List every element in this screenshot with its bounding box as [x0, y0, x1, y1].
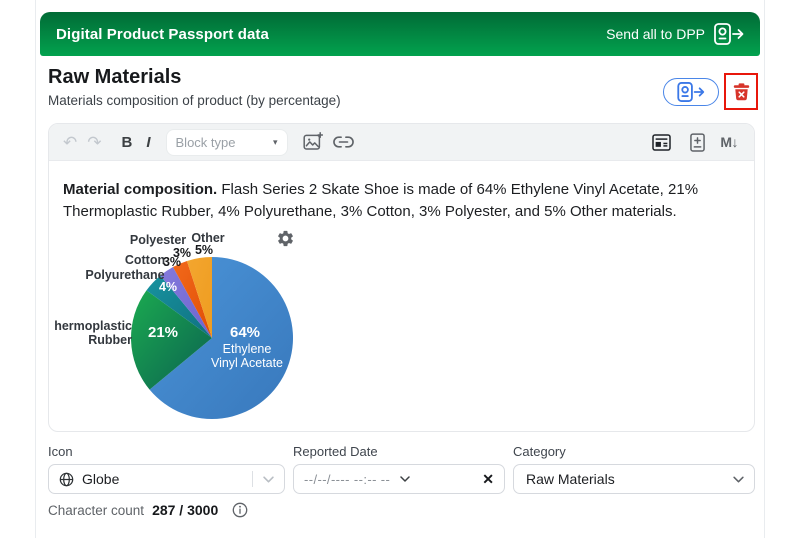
- bold-button[interactable]: B: [122, 134, 133, 151]
- send-all-label: Send all to DPP: [606, 26, 705, 42]
- trash-icon: [733, 83, 750, 101]
- select-divider: [252, 471, 253, 487]
- chart-settings-button[interactable]: [276, 229, 295, 248]
- materials-pie-chart: Polyester3%Other5%Cotton3%Polyurethane4%…: [55, 226, 315, 426]
- send-all-to-dpp-button[interactable]: Send all to DPP: [606, 23, 744, 45]
- insert-image-button[interactable]: [303, 132, 323, 152]
- pie-label: 21%: [148, 324, 178, 341]
- char-count-label: Character count: [48, 503, 144, 518]
- character-count-row: Character count 287 / 3000: [48, 502, 248, 518]
- italic-button[interactable]: I: [146, 134, 150, 151]
- redo-button[interactable]: ↷: [87, 134, 101, 151]
- passport-arrow-icon: [674, 82, 708, 102]
- icon-select-value: Globe: [82, 471, 119, 487]
- block-type-placeholder: Block type: [176, 135, 236, 150]
- chevron-down-icon: [263, 476, 274, 483]
- undo-button[interactable]: ↶: [63, 134, 77, 151]
- send-to-dpp-button[interactable]: [663, 78, 719, 106]
- pie-label: Ethylene: [223, 342, 272, 356]
- caret-down-icon: ▾: [273, 137, 278, 148]
- material-composition-paragraph: Material composition. Flash Series 2 Ska…: [63, 179, 747, 223]
- section-header: Raw Materials Materials composition of p…: [48, 66, 341, 108]
- pie-label: 64%: [230, 324, 260, 341]
- card-view-icon: [652, 134, 671, 151]
- reported-date-field: Reported Date --/--/---- --:-- -- ✕: [293, 444, 505, 494]
- pie-label: 4%: [159, 280, 177, 294]
- pie-label: 3%: [163, 255, 181, 269]
- category-label: Category: [513, 444, 755, 459]
- reported-date-label: Reported Date: [293, 444, 505, 459]
- info-icon[interactable]: [232, 502, 248, 518]
- image-add-icon: [303, 132, 323, 152]
- icon-select[interactable]: Globe: [48, 464, 285, 494]
- markdown-button[interactable]: M↓: [720, 134, 738, 150]
- card-view-button[interactable]: [648, 129, 675, 156]
- editor-lead: Material composition.: [63, 181, 217, 198]
- dpp-header: Digital Product Passport data Send all t…: [40, 12, 760, 56]
- panel-right-border: [764, 0, 765, 538]
- block-type-select[interactable]: Block type ▾: [167, 130, 287, 155]
- file-plus-icon: [690, 133, 705, 152]
- pie-label: Vinyl Acetate: [211, 356, 283, 370]
- clear-date-button[interactable]: ✕: [482, 471, 494, 488]
- passport-arrow-icon: [714, 23, 744, 45]
- gear-icon: [276, 229, 295, 248]
- category-select-value: Raw Materials: [526, 471, 615, 487]
- delete-button[interactable]: [733, 83, 750, 101]
- pie-label: Thermoplastic: [55, 319, 132, 333]
- header-title: Digital Product Passport data: [56, 26, 269, 43]
- reported-date-input[interactable]: --/--/---- --:-- -- ✕: [293, 464, 505, 494]
- pie-label: Rubber: [88, 333, 132, 347]
- chevron-down-icon: [733, 476, 744, 483]
- insert-link-button[interactable]: [333, 136, 354, 148]
- toolbar-view-group: M↓: [648, 129, 742, 156]
- icon-field-label: Icon: [48, 444, 285, 459]
- pie-label: Polyester: [130, 233, 186, 247]
- icon-field: Icon Globe: [48, 444, 285, 494]
- page: Digital Product Passport data Send all t…: [0, 0, 800, 538]
- category-field: Category Raw Materials: [513, 444, 755, 494]
- chevron-down-icon: [400, 476, 410, 482]
- file-add-button[interactable]: [690, 133, 705, 152]
- page-subtitle: Materials composition of product (by per…: [48, 93, 341, 108]
- link-icon: [333, 136, 354, 148]
- editor-content[interactable]: Material composition. Flash Series 2 Ska…: [49, 161, 754, 223]
- globe-icon: [59, 472, 74, 487]
- pie-label: 5%: [195, 243, 213, 257]
- editor-toolbar: ↶ ↷ B I Block type ▾: [49, 124, 754, 161]
- char-count-value: 287 / 3000: [152, 502, 218, 518]
- category-select[interactable]: Raw Materials: [513, 464, 755, 494]
- annotation-highlight: [724, 73, 758, 110]
- date-placeholder: --/--/---- --:-- --: [304, 472, 390, 487]
- pie-label: Polyurethane: [85, 268, 164, 282]
- page-title: Raw Materials: [48, 66, 341, 89]
- panel-left-border: [35, 0, 36, 538]
- pie-label: Cotton: [125, 253, 165, 267]
